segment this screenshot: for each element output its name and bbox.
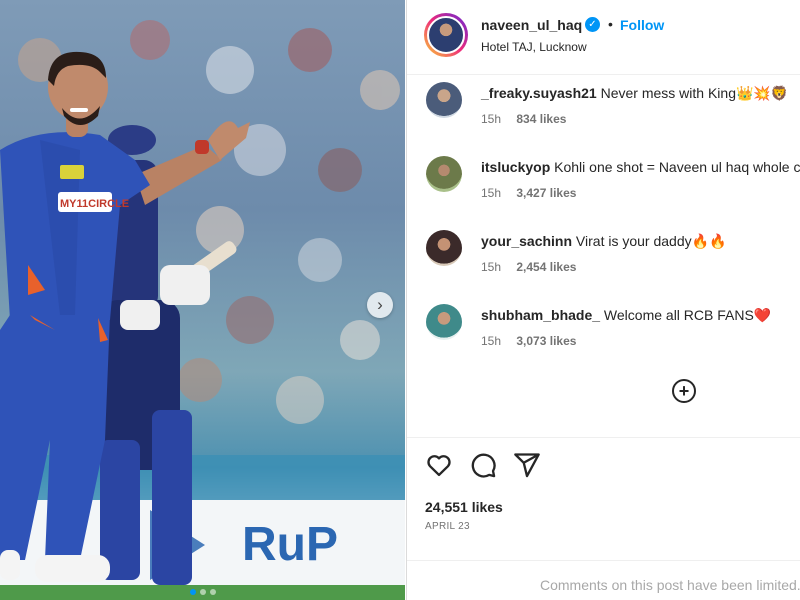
comment-likes[interactable]: 834 likes bbox=[516, 112, 566, 126]
comment-text: Kohli one shot = Naveen ul haq whole car… bbox=[554, 159, 800, 175]
banner-text: RuP bbox=[242, 518, 338, 571]
comment-text: Never mess with King👑💥🦁 bbox=[600, 85, 789, 101]
comment-item: shubham_bhade_ Welcome all RCB FANS❤️ 15… bbox=[407, 304, 800, 364]
comment-time[interactable]: 15h bbox=[481, 334, 501, 348]
comment-time[interactable]: 15h bbox=[481, 112, 501, 126]
comment-item: your_sachinn Virat is your daddy🔥🔥 15h 2… bbox=[407, 230, 800, 290]
comment-username[interactable]: your_sachinn bbox=[481, 233, 572, 249]
author-avatar[interactable] bbox=[424, 13, 468, 57]
comment-bubble-icon[interactable] bbox=[469, 451, 497, 479]
comment-likes[interactable]: 3,427 likes bbox=[516, 186, 576, 200]
share-send-icon[interactable] bbox=[513, 451, 541, 479]
actions-divider bbox=[407, 437, 800, 438]
commenter-avatar[interactable] bbox=[426, 230, 462, 266]
commenter-avatar[interactable] bbox=[426, 304, 462, 340]
comment-username[interactable]: itsluckyop bbox=[481, 159, 550, 175]
author-username[interactable]: naveen_ul_haq bbox=[481, 17, 582, 33]
carousel-next-button[interactable]: › bbox=[367, 292, 393, 318]
carousel-dot-active bbox=[189, 589, 196, 595]
post-date[interactable]: APRIL 23 bbox=[425, 521, 470, 532]
comment-time[interactable]: 15h bbox=[481, 186, 501, 200]
comment-likes[interactable]: 2,454 likes bbox=[516, 260, 576, 274]
verified-badge-icon: ✓ bbox=[585, 17, 600, 32]
comment-text: Welcome all RCB FANS❤️ bbox=[603, 307, 772, 323]
post-location[interactable]: Hotel TAJ, Lucknow bbox=[481, 40, 587, 54]
comment-item: _freaky.suyash21 Never mess with King👑💥🦁… bbox=[407, 82, 800, 142]
commenter-avatar[interactable] bbox=[426, 82, 462, 118]
load-more-comments-button[interactable]: + bbox=[672, 379, 696, 403]
post-side-panel: naveen_ul_haq ✓ • Follow Hotel TAJ, Luck… bbox=[406, 0, 800, 600]
cricket-photo: RuP MY11CIRCLE bbox=[0, 20, 405, 600]
comment-likes[interactable]: 3,073 likes bbox=[516, 334, 576, 348]
carousel-dot bbox=[209, 589, 216, 595]
post-likes-count[interactable]: 24,551 likes bbox=[425, 499, 503, 515]
comment-time[interactable]: 15h bbox=[481, 260, 501, 274]
jersey-sponsor: MY11CIRCLE bbox=[60, 198, 129, 210]
comment-username[interactable]: shubham_bhade_ bbox=[481, 307, 600, 323]
comment-item: itsluckyop Kohli one shot = Naveen ul ha… bbox=[407, 156, 800, 216]
comment-username[interactable]: _freaky.suyash21 bbox=[481, 85, 597, 101]
comments-limited-notice: Comments on this post have been limited. bbox=[407, 560, 800, 593]
like-heart-icon[interactable] bbox=[425, 451, 453, 479]
comment-text: Virat is your daddy🔥🔥 bbox=[575, 233, 727, 249]
commenter-avatar[interactable] bbox=[426, 156, 462, 192]
carousel-dot bbox=[199, 589, 206, 595]
post-header: naveen_ul_haq ✓ • Follow Hotel TAJ, Luck… bbox=[407, 0, 800, 75]
post-photo[interactable]: RuP MY11CIRCLE › bbox=[0, 0, 405, 600]
follow-button[interactable]: Follow bbox=[620, 17, 664, 33]
carousel-dots bbox=[0, 589, 405, 595]
header-separator: • bbox=[608, 16, 613, 32]
